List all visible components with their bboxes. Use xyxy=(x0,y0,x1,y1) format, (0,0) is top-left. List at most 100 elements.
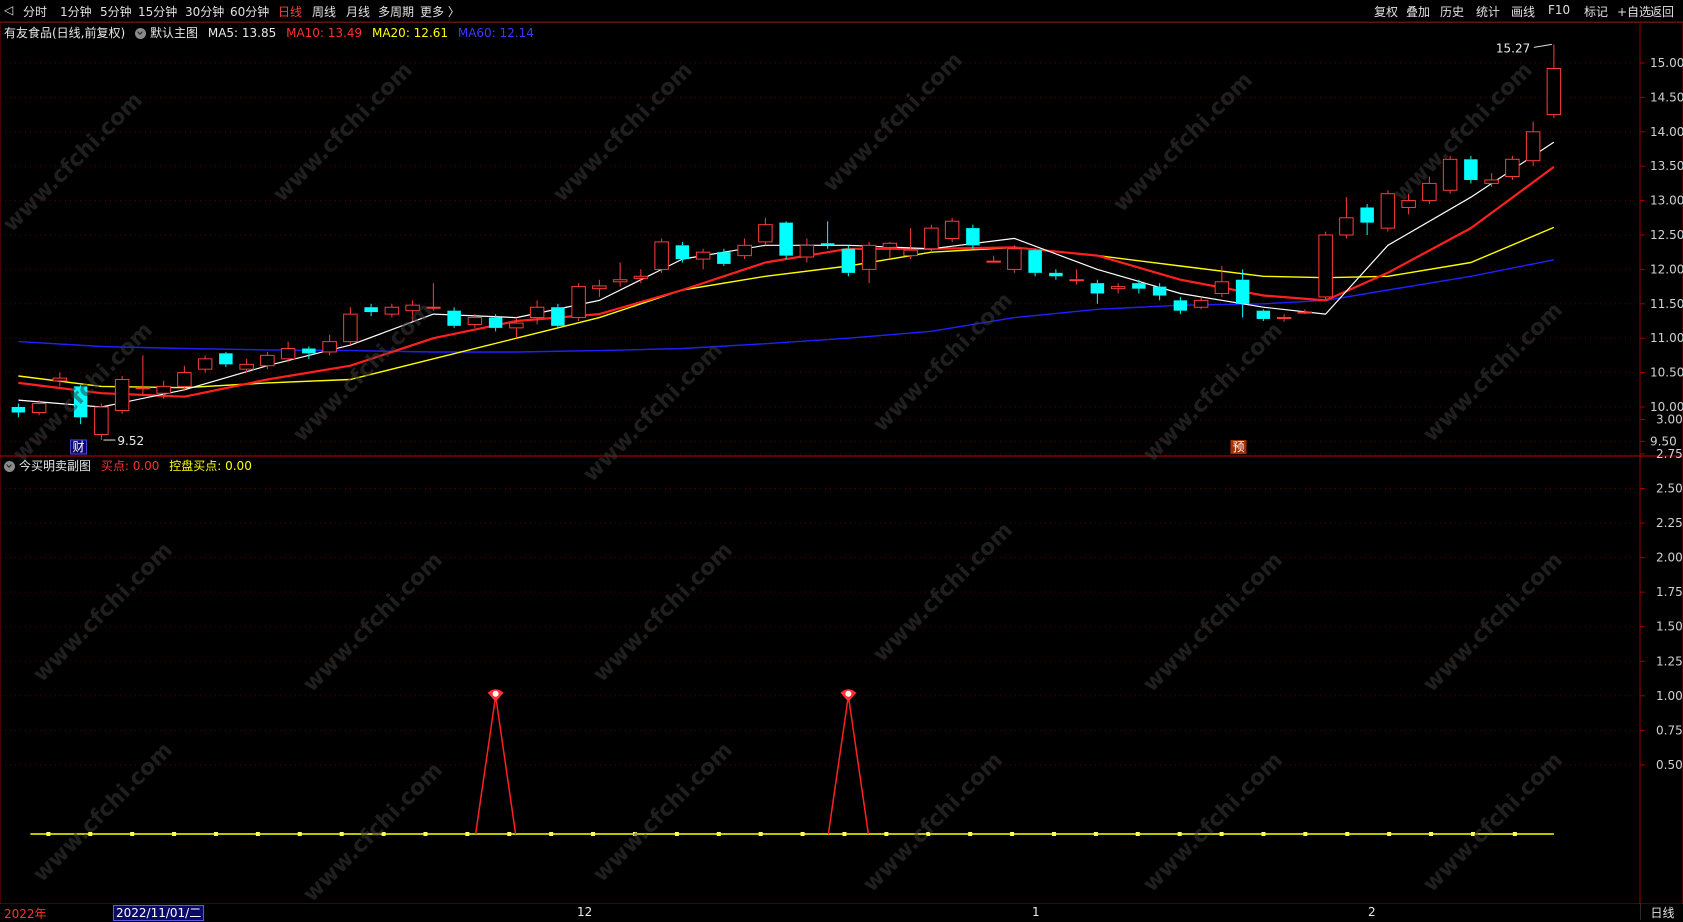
candle-body xyxy=(1214,281,1230,294)
candle-body xyxy=(986,260,1001,263)
indicator-tick-label: 2.00 xyxy=(1656,551,1683,565)
candle-body xyxy=(1422,182,1437,202)
indicator-tick-label: 2.25 xyxy=(1656,516,1683,530)
indicator-dot xyxy=(423,832,428,836)
low-price-label: 9.52 xyxy=(117,434,144,448)
price-tick-label: 12.00 xyxy=(1650,262,1683,276)
candle-body xyxy=(1464,159,1478,180)
year-label: 2022年 xyxy=(4,907,47,921)
indicator-dot xyxy=(591,832,596,836)
candle-body xyxy=(509,322,524,329)
candle-body xyxy=(1339,217,1354,236)
candle-body xyxy=(737,244,752,257)
indicator-tick-label: 2.50 xyxy=(1656,482,1683,496)
candle-body xyxy=(197,358,213,370)
candle-body xyxy=(1484,179,1499,184)
candle-body xyxy=(219,353,233,365)
price-tick-label: 11.00 xyxy=(1650,331,1683,345)
indicator-dot xyxy=(1303,832,1308,836)
candle-body xyxy=(1090,283,1105,294)
price-tick-label: 13.00 xyxy=(1650,194,1683,208)
price-tick-label: 15.00 xyxy=(1650,56,1683,70)
indicator-dot xyxy=(716,832,721,836)
candle-body xyxy=(343,313,358,343)
candle-body xyxy=(1360,207,1374,223)
candle-body xyxy=(322,341,337,353)
price-tick-label: 13.50 xyxy=(1650,159,1683,173)
indicator-tick-label: 1.50 xyxy=(1656,620,1683,634)
candle-body xyxy=(758,224,773,243)
indicator-dot xyxy=(1135,832,1140,836)
indicator-dot xyxy=(130,832,135,836)
price-tick-label: 14.50 xyxy=(1650,90,1683,104)
indicator-dot xyxy=(507,832,512,836)
candle-body xyxy=(1442,158,1458,191)
indicator-dot xyxy=(213,832,218,836)
indicator-dot xyxy=(381,832,386,836)
indicator-dot xyxy=(172,832,177,836)
indicator-dot xyxy=(1387,832,1392,836)
buy-signal-spike xyxy=(827,695,870,835)
month-2-label: 2 xyxy=(1368,905,1376,919)
stock-chart[interactable]: 15.0014.5014.0013.5013.0012.5012.0011.50… xyxy=(0,0,1683,920)
indicator-dot xyxy=(1429,832,1434,836)
indicator-dot xyxy=(1345,832,1350,836)
indicator-dot xyxy=(968,832,973,836)
indicator-dot xyxy=(339,832,344,836)
candle-body xyxy=(1525,131,1541,162)
candle-body xyxy=(260,354,275,367)
candle-body xyxy=(384,306,400,315)
indicator-dot xyxy=(255,832,260,836)
candle-body xyxy=(1173,300,1188,311)
indicator-dot xyxy=(1512,832,1517,836)
period-indicator[interactable]: 日线 xyxy=(1640,904,1683,920)
indicator-tick-label: 2.75 xyxy=(1656,447,1683,461)
indicator-dot xyxy=(1177,832,1182,836)
candle-body xyxy=(488,317,503,328)
buy-signal-dot xyxy=(492,690,499,697)
candle-body xyxy=(924,227,939,250)
candle-body xyxy=(177,372,192,387)
indicator-dot xyxy=(549,832,554,836)
candle-body xyxy=(717,252,731,264)
candle-body xyxy=(52,377,68,382)
candle-body xyxy=(94,406,109,436)
candle-body xyxy=(882,242,898,248)
candle-body xyxy=(11,407,26,413)
candle-body xyxy=(695,251,711,260)
candle-body xyxy=(280,348,296,360)
cursor-date: 2022/11/01/二 xyxy=(113,905,205,921)
candle-body xyxy=(1276,317,1292,320)
candle-body xyxy=(239,363,254,370)
candle-body xyxy=(944,220,960,239)
candle-body xyxy=(551,307,565,326)
high-arrow xyxy=(1533,43,1552,48)
candle-body xyxy=(903,249,918,257)
candle-body xyxy=(612,279,628,283)
date-axis: 2022年 12 1 2 xyxy=(0,904,1683,921)
marker-cai: 财 xyxy=(73,440,85,454)
indicator-dot xyxy=(46,832,51,836)
high-price-label: 15.27 xyxy=(1496,41,1530,55)
indicator-dot xyxy=(800,832,805,836)
candle-body xyxy=(447,310,461,326)
candle-body xyxy=(1318,234,1333,298)
indicator-dot xyxy=(1093,832,1098,836)
indicator-dot xyxy=(632,832,637,836)
candle-body xyxy=(426,306,441,309)
candle-body xyxy=(1193,299,1209,308)
indicator-dot xyxy=(842,832,847,836)
candle-body xyxy=(1505,158,1520,178)
candle-body xyxy=(467,317,483,325)
candle-body xyxy=(571,286,586,319)
indicator-tick-label: 1.25 xyxy=(1656,654,1683,668)
indicator-dot xyxy=(758,832,763,836)
price-tick-label: 11.50 xyxy=(1650,297,1683,311)
candle-body xyxy=(1401,200,1416,208)
candle-body xyxy=(31,403,47,414)
candle-body xyxy=(1546,68,1562,116)
indicator-dot xyxy=(465,832,470,836)
candle-body xyxy=(135,387,151,390)
indicator-dot xyxy=(1219,832,1224,836)
indicator-tick-label: 1.00 xyxy=(1656,689,1683,703)
